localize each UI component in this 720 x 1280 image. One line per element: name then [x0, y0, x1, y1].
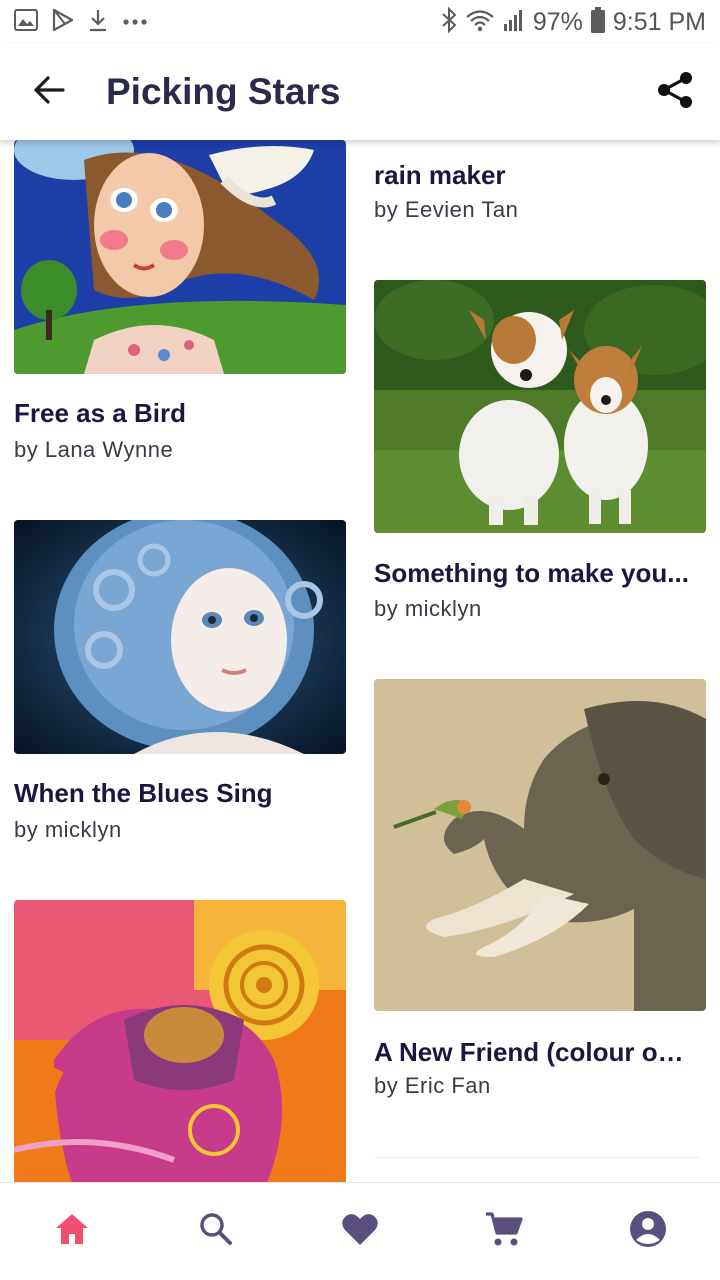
- more-dots-icon: [122, 13, 148, 31]
- status-bar: 97% 9:51 PM: [0, 0, 720, 44]
- app-bar: Picking Stars: [0, 44, 720, 140]
- artwork-author[interactable]: by Lana Wynne: [14, 437, 173, 463]
- nav-account[interactable]: [612, 1196, 684, 1268]
- app-screen: 97% 9:51 PM Picking Stars Free as a Bird…: [0, 0, 720, 1280]
- artwork-image[interactable]: [374, 679, 706, 1011]
- arrow-back-icon: [33, 75, 65, 110]
- page-title: Picking Stars: [106, 71, 341, 112]
- nav-search[interactable]: [180, 1196, 252, 1268]
- heart-icon: [341, 1212, 379, 1251]
- artwork-image[interactable]: [374, 280, 706, 533]
- bluetooth-icon: [441, 6, 457, 38]
- clock: 9:51 PM: [612, 7, 706, 36]
- artwork-grid[interactable]: Free as a Bird by Lana Wynne rain maker …: [0, 140, 720, 1182]
- nav-cart[interactable]: [468, 1196, 540, 1268]
- battery-percent: 97%: [532, 7, 583, 36]
- status-right-icons: 97% 9:51 PM: [441, 6, 706, 38]
- home-icon: [54, 1212, 90, 1251]
- artwork-title[interactable]: rain maker: [374, 160, 694, 191]
- bottom-navigation: [0, 1182, 720, 1280]
- share-icon: [657, 71, 693, 114]
- artwork-author[interactable]: by Eevien Tan: [374, 197, 518, 223]
- artwork-image[interactable]: [14, 900, 346, 1182]
- artwork-title[interactable]: When the Blues Sing: [14, 778, 334, 809]
- artwork-image[interactable]: [14, 140, 346, 374]
- search-icon: [199, 1212, 233, 1251]
- artwork-author[interactable]: by micklyn: [374, 596, 482, 622]
- nav-home[interactable]: [36, 1196, 108, 1268]
- artwork-title[interactable]: Free as a Bird: [14, 398, 334, 429]
- wifi-icon: [465, 8, 495, 37]
- signal-icon: [503, 8, 525, 37]
- artwork-title[interactable]: A New Friend (colour op...: [374, 1037, 694, 1068]
- artwork-author[interactable]: by Eric Fan: [374, 1073, 491, 1099]
- account-icon: [629, 1210, 667, 1253]
- cart-icon: [485, 1211, 523, 1252]
- nav-favorites[interactable]: [324, 1196, 396, 1268]
- share-button[interactable]: [650, 67, 700, 117]
- artwork-image[interactable]: [14, 520, 346, 754]
- download-icon: [88, 8, 108, 37]
- artwork-author[interactable]: by micklyn: [14, 817, 122, 843]
- artwork-title[interactable]: Something to make you...: [374, 558, 694, 589]
- battery-icon: [590, 6, 605, 38]
- play-store-icon: [52, 8, 74, 37]
- divider: [374, 1157, 700, 1158]
- back-button[interactable]: [24, 67, 74, 117]
- image-icon: [14, 8, 38, 36]
- status-left-icons: [14, 8, 148, 37]
